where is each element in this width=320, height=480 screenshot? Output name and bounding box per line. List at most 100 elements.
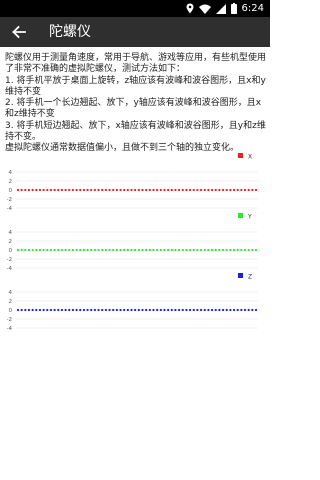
data-point <box>42 248 45 252</box>
data-point <box>148 308 151 312</box>
data-point <box>203 188 206 192</box>
data-point <box>104 248 107 252</box>
data-point <box>254 188 258 192</box>
data-point <box>101 248 104 252</box>
data-point <box>232 188 236 192</box>
description-text: 陀螺仪用于测量角速度，常用于导航、游戏等应用，有些机型使用了非常不准确的虚拟陀螺… <box>5 53 267 155</box>
data-point <box>207 308 210 312</box>
data-point <box>46 308 49 312</box>
data-point <box>104 188 107 192</box>
data-point <box>203 248 206 252</box>
data-point <box>251 308 254 312</box>
data-point <box>174 248 177 252</box>
y-tick-label: -2 <box>7 197 12 203</box>
data-point <box>188 188 192 192</box>
data-point <box>93 188 96 192</box>
data-point <box>167 308 170 312</box>
legend-swatch <box>238 153 243 158</box>
data-point <box>163 188 166 192</box>
data-point <box>141 308 144 312</box>
data-point <box>192 248 195 252</box>
data-point <box>210 188 214 192</box>
data-point <box>82 248 86 252</box>
data-point <box>247 248 250 252</box>
status-icons: 6:24 <box>186 2 264 15</box>
data-point <box>203 308 206 312</box>
data-point <box>108 188 111 192</box>
data-point <box>251 188 254 192</box>
data-point <box>97 248 100 252</box>
y-tick-label: 4 <box>9 170 13 176</box>
data-point <box>68 308 71 312</box>
data-point <box>159 188 162 192</box>
data-point <box>141 188 144 192</box>
data-point <box>236 188 239 192</box>
data-point <box>71 308 75 312</box>
data-point <box>210 308 214 312</box>
data-point <box>31 248 34 252</box>
data-point <box>123 308 126 312</box>
data-point <box>170 188 173 192</box>
data-point <box>90 188 93 192</box>
cellular-icon <box>215 3 226 14</box>
data-point <box>134 248 137 252</box>
data-point <box>130 188 133 192</box>
data-point <box>82 188 86 192</box>
data-point <box>207 188 210 192</box>
data-point <box>24 188 27 192</box>
y-tick-label: -2 <box>7 317 12 323</box>
data-point <box>170 248 173 252</box>
y-tick-label: 0 <box>9 188 13 194</box>
data-point <box>126 188 129 192</box>
data-point <box>31 308 34 312</box>
data-point <box>31 188 34 192</box>
data-point <box>254 308 258 312</box>
status-time: 6:24 <box>241 3 264 14</box>
data-point <box>247 308 250 312</box>
data-point <box>137 308 140 312</box>
data-point <box>152 308 155 312</box>
data-point <box>214 308 217 312</box>
data-point <box>24 308 27 312</box>
data-point <box>90 308 93 312</box>
data-point <box>46 248 49 252</box>
data-point <box>112 308 115 312</box>
data-point <box>64 188 67 192</box>
data-point <box>163 308 166 312</box>
data-point <box>35 308 38 312</box>
back-button[interactable] <box>8 21 30 43</box>
data-point <box>79 308 82 312</box>
data-point <box>251 248 254 252</box>
data-point <box>115 188 118 192</box>
data-point <box>71 188 75 192</box>
data-point <box>167 188 170 192</box>
data-point <box>214 248 217 252</box>
y-tick-label: 4 <box>9 290 13 296</box>
data-point <box>90 248 93 252</box>
data-point <box>101 308 104 312</box>
data-point <box>93 248 96 252</box>
legend-swatch <box>238 273 243 278</box>
data-point <box>152 248 155 252</box>
data-point <box>38 248 42 252</box>
legend-swatch <box>238 213 243 218</box>
description-step-3: 3. 将手机短边翘起、放下，x轴应该有波峰和波谷图形，且y和z维持不变。 <box>5 120 266 143</box>
data-point <box>130 308 133 312</box>
data-point <box>93 308 96 312</box>
data-point <box>16 188 20 192</box>
data-point <box>188 308 192 312</box>
data-point <box>75 248 78 252</box>
data-point <box>57 308 60 312</box>
y-tick-label: -2 <box>7 257 12 263</box>
data-point <box>108 248 111 252</box>
data-point <box>221 188 225 192</box>
data-point <box>38 308 42 312</box>
data-point <box>174 308 177 312</box>
data-point <box>101 188 104 192</box>
data-point <box>20 308 23 312</box>
data-point <box>199 308 203 312</box>
data-point <box>27 248 31 252</box>
data-point <box>185 248 188 252</box>
battery-icon <box>230 3 237 14</box>
data-point <box>53 248 56 252</box>
